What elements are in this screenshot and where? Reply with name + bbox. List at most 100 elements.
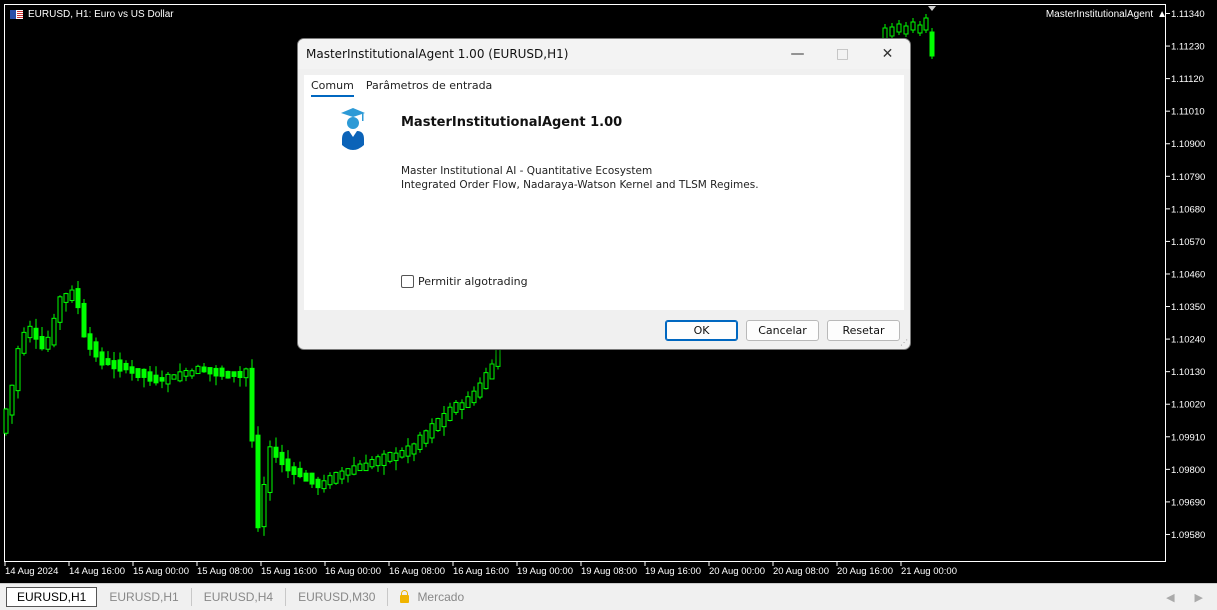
candle-body	[177, 371, 183, 382]
candle-body	[99, 351, 105, 366]
candle-body	[45, 336, 51, 350]
tab-parametros[interactable]: Parâmetros de entrada	[366, 75, 492, 97]
candle-body	[3, 408, 9, 434]
candle-body	[459, 402, 465, 410]
time-label: 16 Aug 00:00	[325, 566, 381, 577]
candle-body	[195, 365, 201, 375]
dialog-title: MasterInstitutionalAgent 1.00 (EURUSD,H1…	[306, 47, 569, 61]
time-label: 21 Aug 00:00	[901, 566, 957, 577]
time-label: 15 Aug 00:00	[133, 566, 189, 577]
candle-body	[69, 289, 75, 302]
price-label: 1.10350	[1171, 302, 1205, 313]
price-label: 1.10680	[1171, 204, 1205, 215]
scroll-right-icon[interactable]: ▶	[1195, 591, 1203, 604]
candle-body	[63, 293, 69, 303]
candle-body	[93, 341, 99, 358]
candle-body	[327, 475, 333, 486]
time-label: 14 Aug 2024	[5, 566, 58, 577]
candle-body	[435, 418, 441, 432]
time-label: 16 Aug 16:00	[453, 566, 509, 577]
candle-body	[465, 396, 471, 408]
resize-grip-icon[interactable]: ⋰	[900, 338, 908, 347]
price-label: 1.10020	[1171, 400, 1205, 411]
candle-body	[267, 446, 273, 493]
candle-body	[471, 390, 477, 404]
candle-body	[15, 348, 21, 392]
scroll-left-icon[interactable]: ◀	[1166, 591, 1174, 604]
close-button[interactable]: ✕	[865, 39, 910, 69]
time-label: 15 Aug 16:00	[261, 566, 317, 577]
algotrading-label: Permitir algotrading	[418, 275, 528, 288]
candle-body	[81, 302, 87, 338]
candle-body	[165, 373, 171, 385]
chart-tab[interactable]: EURUSD,H4	[192, 588, 287, 606]
chart-shift-icon	[928, 6, 936, 11]
candle-body	[405, 445, 411, 457]
price-label: 1.11010	[1171, 107, 1205, 118]
time-label: 20 Aug 16:00	[837, 566, 893, 577]
candle-body	[381, 453, 387, 466]
cancel-button[interactable]: Cancelar	[746, 320, 819, 341]
price-label: 1.10460	[1171, 269, 1205, 280]
program-name: MasterInstitutionalAgent 1.00	[401, 115, 623, 130]
candle-body	[321, 480, 327, 490]
candle-body	[417, 434, 423, 450]
candle-body	[255, 434, 261, 529]
description-line-2: Integrated Order Flow, Nadaraya-Watson K…	[401, 179, 759, 191]
candle-body	[889, 26, 895, 37]
lock-icon	[400, 590, 410, 603]
candle-body	[219, 367, 225, 377]
candle-body	[477, 382, 483, 398]
candle-body	[279, 451, 285, 466]
chart-title: EURUSD, H1: Euro vs US Dollar	[10, 9, 174, 20]
dialog-titlebar[interactable]: MasterInstitutionalAgent 1.00 (EURUSD,H1…	[298, 39, 910, 69]
chart-tab[interactable]: EURUSD,M30	[286, 588, 389, 606]
candle-body	[225, 370, 231, 379]
candle-body	[171, 374, 177, 380]
time-label: 19 Aug 00:00	[517, 566, 573, 577]
candle-body	[923, 17, 929, 31]
reset-button[interactable]: Resetar	[827, 320, 900, 341]
candle-body	[261, 484, 267, 528]
minimize-button[interactable]: —	[775, 39, 820, 69]
candle-body	[910, 21, 916, 31]
candle-body	[929, 31, 935, 57]
candle-body	[237, 370, 243, 379]
time-label: 19 Aug 08:00	[581, 566, 637, 577]
candle-body	[429, 423, 435, 439]
price-label: 1.11230	[1171, 42, 1205, 53]
candle-body	[249, 367, 255, 442]
price-label: 1.09690	[1171, 497, 1205, 508]
maximize-button[interactable]: □	[820, 39, 865, 69]
candle-body	[129, 366, 135, 374]
ok-button[interactable]: OK	[665, 320, 738, 341]
candle-body	[309, 472, 315, 485]
candle-body	[183, 370, 189, 377]
flag-icon	[10, 10, 23, 19]
chart-tab[interactable]: EURUSD,H1	[97, 588, 192, 606]
tab-comum[interactable]: Comum	[311, 75, 354, 97]
candle-body	[903, 25, 909, 35]
price-label: 1.10240	[1171, 335, 1205, 346]
chart-title-text: EURUSD, H1: Euro vs US Dollar	[28, 9, 174, 20]
candle-body	[111, 360, 117, 370]
algotrading-checkbox[interactable]	[401, 275, 414, 288]
algotrading-option[interactable]: Permitir algotrading	[401, 275, 528, 288]
ea-label[interactable]: MasterInstitutionalAgent ▲	[1046, 9, 1167, 20]
price-label: 1.11340	[1171, 9, 1205, 20]
ea-name: MasterInstitutionalAgent	[1045, 9, 1154, 20]
candle-body	[153, 374, 159, 384]
candle-body	[9, 384, 15, 416]
tab-panel: MasterInstitutionalAgent 1.00 Master Ins…	[304, 97, 904, 310]
candle-body	[123, 362, 129, 371]
price-label: 1.11120	[1171, 74, 1204, 85]
candle-body	[27, 325, 33, 339]
chart-tab[interactable]: EURUSD,H1	[6, 587, 98, 607]
candle-body	[159, 377, 165, 382]
candle-body	[291, 466, 297, 475]
candle-body	[333, 471, 339, 484]
candle-body	[57, 296, 63, 323]
candle-body	[375, 456, 381, 467]
candle-body	[231, 371, 237, 377]
market-tab[interactable]: Mercado	[388, 588, 476, 606]
